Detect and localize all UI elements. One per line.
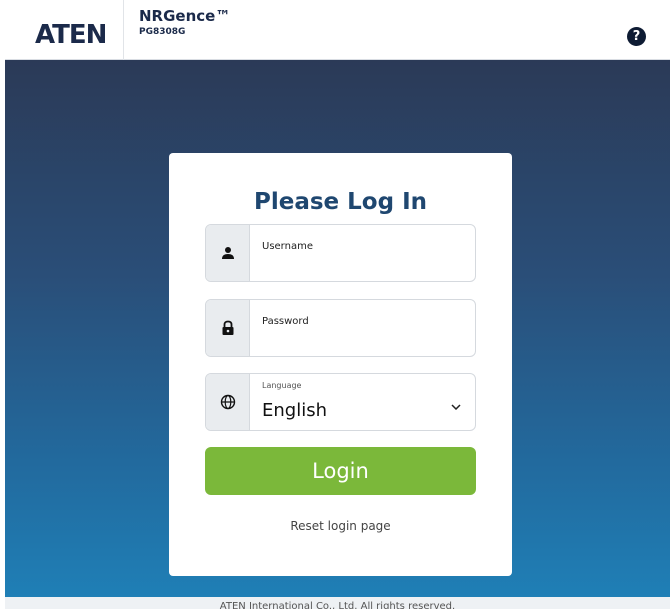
top-header: ATEN NRGence™ PG8308G ? (5, 0, 670, 60)
product-name: NRGence™ (139, 7, 231, 25)
reset-login-link[interactable]: Reset login page (169, 519, 512, 533)
username-field[interactable]: Username (205, 224, 476, 282)
login-button[interactable]: Login (205, 447, 476, 495)
globe-icon (206, 374, 250, 430)
password-field[interactable]: Password (205, 299, 476, 357)
language-value: English (262, 400, 327, 421)
help-icon[interactable]: ? (627, 27, 646, 46)
header-divider (123, 0, 124, 60)
login-title: Please Log In (253, 189, 428, 215)
login-card: Please Log In Username Password Language… (169, 153, 512, 576)
logo-text: ATEN (35, 20, 107, 50)
language-label: Language (262, 381, 302, 390)
footer-copyright: ATEN International Co., Ltd. All rights … (5, 597, 670, 609)
password-input[interactable] (256, 300, 475, 356)
lock-icon (206, 300, 250, 356)
username-input[interactable] (256, 225, 475, 281)
aten-logo: ATEN (35, 20, 107, 50)
product-model: PG8308G (139, 27, 186, 37)
user-icon (206, 225, 250, 281)
language-select[interactable]: Language English (205, 373, 476, 431)
chevron-down-icon (451, 395, 461, 414)
